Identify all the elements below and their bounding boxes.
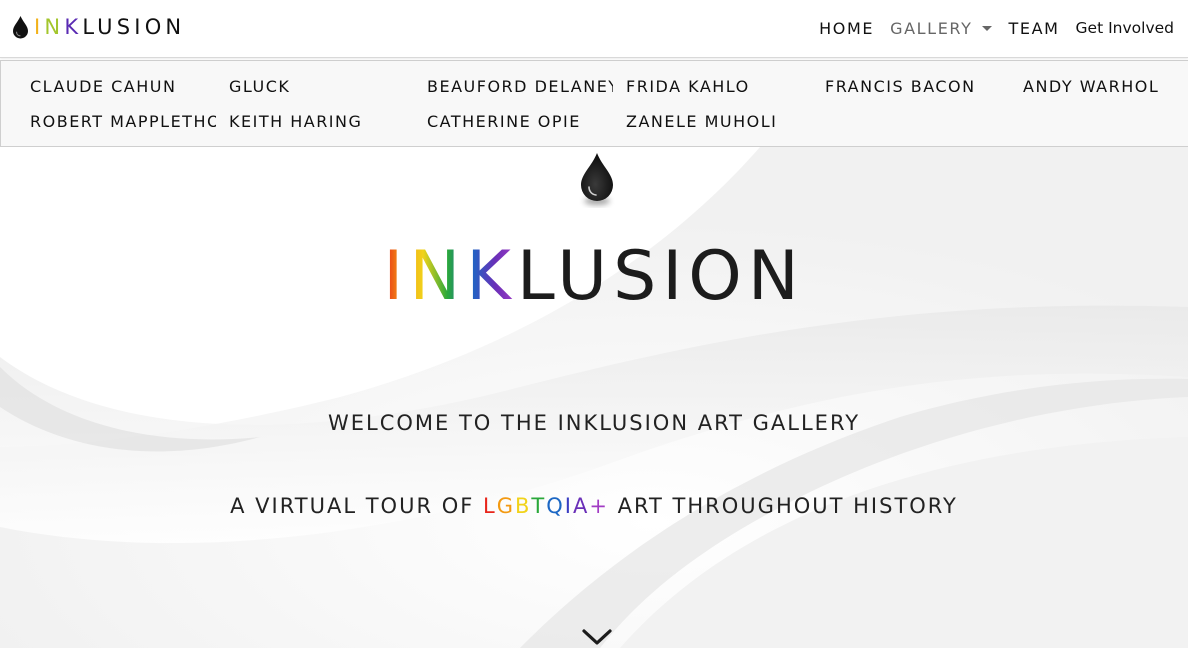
rainbow-letter: L	[483, 494, 497, 518]
chevron-down-icon[interactable]	[581, 627, 613, 647]
welcome-heading: WELCOME TO THE INKLUSION ART GALLERY	[327, 411, 861, 435]
rainbow-letter: +	[589, 494, 609, 518]
top-navbar: INKLUSION HOME GALLERY TEAM Get Involved	[0, 0, 1188, 58]
brand-letter: N	[44, 15, 65, 39]
brand-letter: I	[34, 15, 45, 39]
artist-link-francis-bacon[interactable]: FRANCIS BACON	[825, 76, 1011, 111]
artist-link-catherine-opie[interactable]: CATHERINE OPIE	[427, 111, 613, 146]
nav-gallery-dropdown[interactable]: GALLERY	[890, 18, 993, 38]
artist-grid: CLAUDE CAHUN GLUCK BEAUFORD DELANEY FRID…	[30, 76, 1173, 146]
brand-letter: N	[165, 15, 186, 39]
hero-title: INKLUSION	[0, 237, 1188, 317]
rainbow-letter: B	[514, 494, 532, 518]
brand-letter: S	[116, 15, 135, 39]
nav-home-link[interactable]: HOME	[819, 19, 874, 38]
artist-link-frida-kahlo[interactable]: FRIDA KAHLO	[626, 76, 812, 111]
artist-link-robert-mapplethorpe[interactable]: ROBERT MAPPLETHORPE	[30, 111, 216, 146]
nav-gallery-label: GALLERY	[890, 18, 973, 38]
brand-letter: K	[64, 15, 83, 39]
rainbow-letter: T	[531, 494, 547, 518]
hero-title-plain: LUSION	[516, 237, 805, 316]
ink-drop-icon	[13, 16, 28, 39]
nav-links: HOME GALLERY TEAM Get Involved	[803, 15, 1174, 41]
brand-name: INKLUSION	[34, 15, 185, 39]
tagline-prefix: A VIRTUAL TOUR OF	[230, 494, 483, 518]
brand-letter: O	[144, 15, 166, 39]
artist-link-beauford-delaney[interactable]: BEAUFORD DELANEY	[427, 76, 613, 111]
nav-team-link[interactable]: TEAM	[1008, 19, 1059, 38]
brand-letter: U	[97, 15, 117, 39]
rainbow-letter: Q	[546, 494, 565, 518]
tagline: A VIRTUAL TOUR OF LGBTQIA+ ART THROUGHOU…	[0, 494, 1188, 518]
rainbow-letter: I	[564, 494, 573, 518]
nav-get-involved-link[interactable]: Get Involved	[1076, 19, 1174, 37]
brand-letter: I	[134, 15, 145, 39]
artist-link-andy-warhol[interactable]: ANDY WARHOL	[1023, 76, 1173, 111]
artist-link-gluck[interactable]: GLUCK	[229, 76, 415, 111]
brand-letter: L	[82, 15, 98, 39]
brand-logo-link[interactable]: INKLUSION	[12, 13, 185, 41]
artist-link-keith-haring[interactable]: KEITH HARING	[229, 111, 415, 146]
rainbow-letter: A	[572, 494, 590, 518]
artist-link-zanele-muholi[interactable]: ZANELE MUHOLI	[626, 111, 812, 146]
hero-section: INKLUSION WELCOME TO THE INKLUSION ART G…	[0, 147, 1188, 648]
gallery-dropdown-menu: CLAUDE CAHUN GLUCK BEAUFORD DELANEY FRID…	[0, 60, 1188, 147]
tagline-rainbow-acronym: LGBTQIA+	[483, 494, 609, 518]
rainbow-letter: G	[496, 494, 515, 518]
artist-link-claude-cahun[interactable]: CLAUDE CAHUN	[30, 76, 216, 111]
ink-drop-icon	[581, 153, 613, 205]
tagline-suffix: ART THROUGHOUT HISTORY	[608, 494, 958, 518]
hero-title-colored: INK	[383, 237, 517, 316]
caret-down-icon	[982, 26, 993, 31]
hero-background-waves	[0, 147, 1188, 648]
